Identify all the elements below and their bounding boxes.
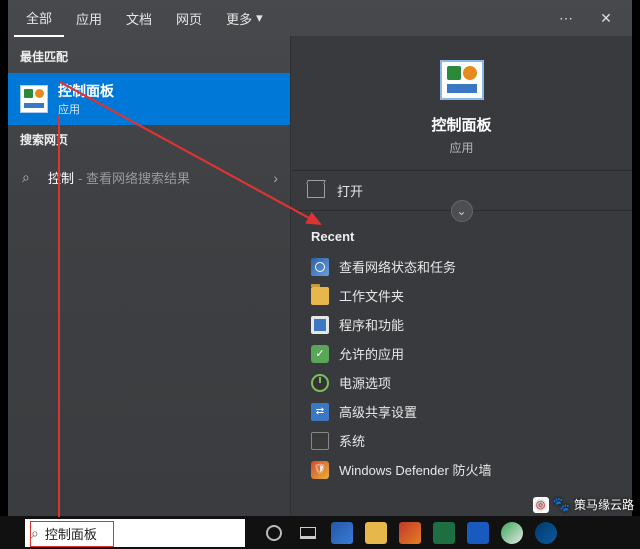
cortana-button[interactable] bbox=[258, 519, 290, 547]
web-search-result[interactable]: ⌕ 控制 - 查看网络搜索结果 › bbox=[8, 158, 290, 197]
tab-more-label: 更多 bbox=[226, 9, 252, 28]
search-web-header: 搜索网页 bbox=[8, 125, 290, 154]
watermark: ◎ 🐾 策马缘云路 bbox=[533, 496, 634, 513]
recent-item-label: 系统 bbox=[339, 431, 365, 450]
taskbar-app-7[interactable] bbox=[530, 519, 562, 547]
taskbar-app-5[interactable] bbox=[462, 519, 494, 547]
taskbar-app-6[interactable] bbox=[496, 519, 528, 547]
tab-web[interactable]: 网页 bbox=[164, 1, 214, 36]
taskbar-search-box[interactable]: ⌕ bbox=[25, 519, 245, 547]
best-match-result[interactable]: 控制面板 应用 bbox=[8, 73, 290, 125]
power-icon bbox=[311, 374, 329, 392]
expand-button[interactable]: ⌄ bbox=[451, 200, 473, 222]
search-input[interactable] bbox=[45, 526, 239, 541]
close-button[interactable]: ✕ bbox=[586, 10, 626, 27]
task-view-icon bbox=[300, 527, 316, 539]
open-label: 打开 bbox=[337, 181, 363, 200]
watermark-logo-icon: ◎ bbox=[533, 497, 549, 513]
watermark-paw-icon: 🐾 bbox=[553, 496, 570, 513]
tab-all[interactable]: 全部 bbox=[14, 0, 64, 37]
taskbar-icons bbox=[258, 519, 562, 547]
app-icon bbox=[399, 522, 421, 544]
content-area: 最佳匹配 控制面板 应用 搜索网页 ⌕ 控制 - 查看网络搜索结果 › 控 bbox=[8, 36, 632, 516]
recent-item-label: 程序和功能 bbox=[339, 315, 404, 334]
recent-item-label: 高级共享设置 bbox=[339, 402, 417, 421]
chevron-right-icon: › bbox=[273, 170, 278, 186]
web-query-text: 控制 bbox=[48, 168, 74, 187]
recent-item-label: 允许的应用 bbox=[339, 344, 404, 363]
recent-item[interactable]: 允许的应用 bbox=[305, 339, 618, 368]
search-icon: ⌕ bbox=[22, 169, 38, 186]
best-match-subtitle: 应用 bbox=[58, 101, 114, 117]
recent-item[interactable]: Windows Defender 防火墙 bbox=[305, 455, 618, 484]
preview-subtitle: 应用 bbox=[449, 139, 473, 156]
taskbar-app-2[interactable] bbox=[360, 519, 392, 547]
recent-item-label: Windows Defender 防火墙 bbox=[339, 460, 491, 479]
recent-item-label: 工作文件夹 bbox=[339, 286, 404, 305]
best-match-text: 控制面板 应用 bbox=[58, 81, 114, 117]
recent-item[interactable]: 电源选项 bbox=[305, 368, 618, 397]
watermark-text: 策马缘云路 bbox=[574, 496, 634, 513]
browser-icon bbox=[501, 522, 523, 544]
task-view-button[interactable] bbox=[292, 519, 324, 547]
results-column: 最佳匹配 控制面板 应用 搜索网页 ⌕ 控制 - 查看网络搜索结果 › bbox=[8, 36, 290, 516]
recent-item[interactable]: 工作文件夹 bbox=[305, 281, 618, 310]
recent-item[interactable]: 程序和功能 bbox=[305, 310, 618, 339]
search-panel: 全部 应用 文档 网页 更多 ▾ ⋯ ✕ 最佳匹配 控制面板 应用 搜索网页 ⌕ bbox=[8, 0, 632, 516]
app-icon bbox=[331, 522, 353, 544]
taskbar-app-3[interactable] bbox=[394, 519, 426, 547]
def-icon bbox=[311, 461, 329, 479]
more-options-button[interactable]: ⋯ bbox=[546, 10, 586, 27]
file-explorer-icon bbox=[365, 522, 387, 544]
share-icon bbox=[311, 403, 329, 421]
recent-item-label: 查看网络状态和任务 bbox=[339, 257, 456, 276]
control-panel-icon bbox=[20, 85, 48, 113]
recent-header: Recent bbox=[311, 229, 618, 244]
word-icon bbox=[467, 522, 489, 544]
taskbar-app-4[interactable] bbox=[428, 519, 460, 547]
recent-item-label: 电源选项 bbox=[339, 373, 391, 392]
net-icon bbox=[311, 258, 329, 276]
app-icon bbox=[535, 522, 557, 544]
recent-item[interactable]: 查看网络状态和任务 bbox=[305, 252, 618, 281]
cortana-icon bbox=[266, 525, 282, 541]
allow-icon bbox=[311, 345, 329, 363]
prog-icon bbox=[311, 316, 329, 334]
recent-section: Recent 查看网络状态和任务工作文件夹程序和功能允许的应用电源选项高级共享设… bbox=[291, 211, 632, 488]
recent-list: 查看网络状态和任务工作文件夹程序和功能允许的应用电源选项高级共享设置系统 Wind… bbox=[305, 252, 618, 484]
recent-item[interactable]: 高级共享设置 bbox=[305, 397, 618, 426]
web-hint-text: - 查看网络搜索结果 bbox=[78, 168, 190, 187]
chevron-down-icon: ▾ bbox=[256, 10, 263, 26]
control-panel-icon-large bbox=[440, 60, 484, 100]
preview-column: 控制面板 应用 打开 ⌄ Recent 查看网络状态和任务工作文件夹程序和功能允… bbox=[290, 36, 632, 516]
tab-apps[interactable]: 应用 bbox=[64, 1, 114, 36]
taskbar-app-1[interactable] bbox=[326, 519, 358, 547]
tab-documents[interactable]: 文档 bbox=[114, 1, 164, 36]
tab-bar: 全部 应用 文档 网页 更多 ▾ ⋯ ✕ bbox=[8, 0, 632, 36]
search-icon: ⌕ bbox=[31, 525, 39, 542]
preview-header: 控制面板 应用 bbox=[291, 36, 632, 171]
excel-icon bbox=[433, 522, 455, 544]
preview-title: 控制面板 bbox=[431, 114, 491, 135]
folder-icon bbox=[311, 287, 329, 305]
recent-item[interactable]: 系统 bbox=[305, 426, 618, 455]
sys-icon bbox=[311, 432, 329, 450]
best-match-title: 控制面板 bbox=[58, 81, 114, 101]
best-match-header: 最佳匹配 bbox=[8, 42, 290, 71]
tab-more[interactable]: 更多 ▾ bbox=[214, 1, 275, 36]
open-icon bbox=[307, 184, 325, 198]
